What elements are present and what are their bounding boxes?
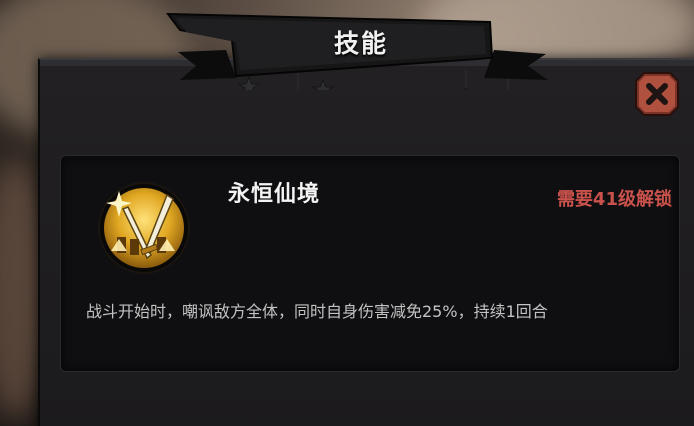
unlock-requirement: 需要41级解锁 <box>556 189 672 210</box>
crossed-swords-icon <box>98 182 190 274</box>
close-button[interactable] <box>634 71 680 117</box>
game-screen: 技能 永恒仙境 需要41级解锁 战斗开始时，嘲讽敌方全体，同时自身伤害减免25%… <box>0 0 694 426</box>
skill-name: 永恒仙境 <box>228 182 321 207</box>
dialog-title: 技能 <box>333 29 388 58</box>
close-x-icon <box>635 72 679 116</box>
panel-top-strip <box>40 60 694 66</box>
skill-description: 战斗开始时，嘲讽敌方全体，同时自身伤害减免25%，持续1回合 <box>86 302 548 321</box>
